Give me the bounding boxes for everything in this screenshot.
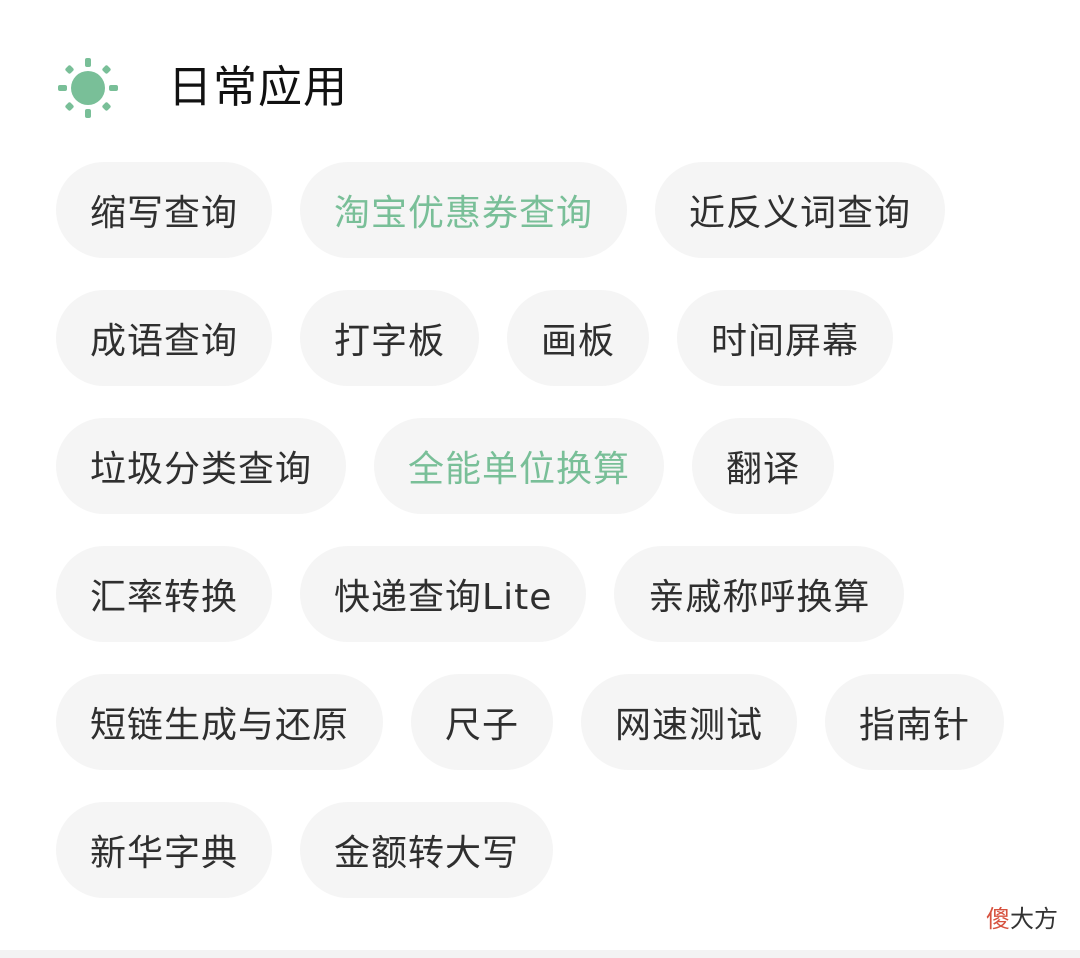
section-header: 日常应用 (56, 52, 348, 124)
watermark: 傻大方 (986, 899, 1058, 934)
tag-translate[interactable]: 翻译 (692, 418, 835, 514)
tag-time-screen[interactable]: 时间屏幕 (677, 290, 894, 386)
bottom-divider (0, 950, 1080, 958)
tag-row: 汇率转换 快递查询Lite 亲戚称呼换算 (56, 546, 1036, 642)
watermark-text: 大方 (1010, 905, 1058, 933)
tag-abbreviation-query[interactable]: 缩写查询 (56, 162, 273, 258)
tag-row: 缩写查询 淘宝优惠券查询 近反义词查询 (56, 162, 1036, 258)
tag-compass[interactable]: 指南针 (825, 674, 1005, 770)
tag-speed-test[interactable]: 网速测试 (581, 674, 798, 770)
section-title: 日常应用 (168, 62, 348, 113)
tag-grid: 缩写查询 淘宝优惠券查询 近反义词查询 成语查询 打字板 画板 时间屏幕 垃圾分… (56, 162, 1036, 930)
tag-amount-to-uppercase[interactable]: 金额转大写 (300, 802, 554, 898)
tag-universal-unit-converter[interactable]: 全能单位换算 (374, 418, 665, 514)
sun-icon (56, 56, 120, 120)
watermark-accent: 傻 (986, 905, 1010, 933)
tag-taobao-coupon-query[interactable]: 淘宝优惠券查询 (300, 162, 628, 258)
tag-xinhua-dictionary[interactable]: 新华字典 (56, 802, 273, 898)
tag-synonym-antonym-query[interactable]: 近反义词查询 (655, 162, 946, 258)
tag-ruler[interactable]: 尺子 (411, 674, 554, 770)
tag-row: 新华字典 金额转大写 (56, 802, 1036, 898)
tag-garbage-classification-query[interactable]: 垃圾分类查询 (56, 418, 347, 514)
tag-express-query-lite[interactable]: 快递查询Lite (300, 546, 587, 642)
tag-typing-board[interactable]: 打字板 (300, 290, 480, 386)
tag-short-link-generator[interactable]: 短链生成与还原 (56, 674, 384, 770)
tag-idiom-query[interactable]: 成语查询 (56, 290, 273, 386)
tag-row: 短链生成与还原 尺子 网速测试 指南针 (56, 674, 1036, 770)
tag-row: 成语查询 打字板 画板 时间屏幕 (56, 290, 1036, 386)
tag-row: 垃圾分类查询 全能单位换算 翻译 (56, 418, 1036, 514)
tag-relative-title-converter[interactable]: 亲戚称呼换算 (614, 546, 905, 642)
tag-exchange-rate-converter[interactable]: 汇率转换 (56, 546, 273, 642)
tag-drawing-board[interactable]: 画板 (507, 290, 650, 386)
